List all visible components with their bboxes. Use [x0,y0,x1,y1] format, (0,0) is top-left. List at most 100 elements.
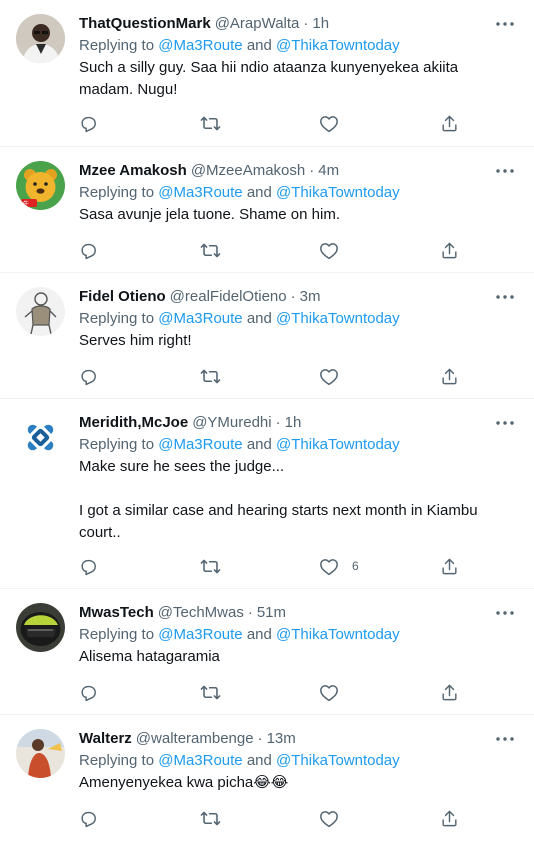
tweet-text: Amenyenyekea kwa picha😂😂 [79,772,520,794]
separator: · [257,730,263,747]
more-icon [496,611,514,615]
avatar[interactable] [16,729,65,778]
replying-to: Replying to @Ma3Route and @ThikaTowntoda… [79,624,520,646]
tweet-header: MwasTech @TechMwas · 51m [79,602,520,624]
share-button[interactable] [440,113,459,133]
user-handle[interactable]: @TechMwas [158,602,244,624]
tweet-header: ThatQuestionMark @ArapWalta · 1h [79,13,520,35]
mention-link[interactable]: @Ma3Route [158,436,242,453]
timestamp[interactable]: 1h [285,412,302,434]
mention-link[interactable]: @ThikaTowntoday [276,436,400,453]
display-name[interactable]: Mzee Amakosh [79,160,187,182]
timestamp[interactable]: 1h [312,13,329,35]
tweet-actions [0,240,534,260]
user-handle[interactable]: @realFidelOtieno [170,286,287,308]
like-button[interactable] [319,240,339,260]
user-handle[interactable]: @MzeeAmakosh [191,160,305,182]
display-name[interactable]: MwasTech [79,602,154,624]
tweet[interactable]: Walterz @walterambenge · 13m Replying to… [0,715,534,845]
timestamp[interactable]: 3m [300,286,321,308]
mention-link[interactable]: @ThikaTowntoday [276,310,400,327]
reply-button[interactable] [79,808,98,828]
more-options-button[interactable] [492,286,518,308]
tweet[interactable]: 牛 Mzee Amakosh @MzeeAmakosh · 4m Replyin… [0,147,534,273]
reply-button[interactable] [79,682,98,702]
tweet-actions [0,808,534,828]
tweet[interactable]: MwasTech @TechMwas · 51m Replying to @Ma… [0,589,534,715]
mention-link[interactable]: @Ma3Route [158,184,242,201]
share-button[interactable] [440,366,459,386]
mention-link[interactable]: @ThikaTowntoday [276,752,400,769]
like-button[interactable] [319,366,339,386]
like-button[interactable] [319,808,339,828]
tweet[interactable]: Meridith,McJoe @YMuredhi · 1h Replying t… [0,399,534,589]
retweet-icon [200,811,221,825]
reply-button[interactable] [79,366,98,386]
separator: · [303,15,309,32]
share-icon [442,242,457,258]
mention-link[interactable]: @Ma3Route [158,752,242,769]
timestamp[interactable]: 13m [267,728,296,750]
retweet-button[interactable] [200,366,221,386]
heart-icon [320,368,338,385]
avatar[interactable]: 牛 [16,161,65,210]
tweet-text: Alisema hatagaramia [79,648,220,665]
mention-link[interactable]: @ThikaTowntoday [276,37,400,54]
reply-button[interactable] [79,556,98,576]
more-options-button[interactable] [492,412,518,434]
mention-link[interactable]: @Ma3Route [158,310,242,327]
replying-to-label: Replying to [79,752,159,769]
mention-link[interactable]: @Ma3Route [158,626,242,643]
user-handle[interactable]: @ArapWalta [215,13,300,35]
avatar[interactable] [16,14,65,63]
retweet-button[interactable] [200,113,221,133]
share-button[interactable] [440,808,459,828]
user-handle[interactable]: @walterambenge [136,728,254,750]
display-name[interactable]: Fidel Otieno [79,286,166,308]
share-button[interactable] [440,240,459,260]
like-button[interactable] [319,682,339,702]
user-handle[interactable]: @YMuredhi [192,412,271,434]
display-name[interactable]: ThatQuestionMark [79,13,211,35]
mention-link[interactable]: @Ma3Route [158,37,242,54]
timestamp[interactable]: 4m [318,160,339,182]
reply-button[interactable] [79,240,98,260]
share-button[interactable] [440,682,459,702]
and-label: and [242,310,277,327]
display-name[interactable]: Meridith,McJoe [79,412,188,434]
retweet-button[interactable] [200,240,221,260]
mention-link[interactable]: @ThikaTowntoday [276,184,400,201]
retweet-button[interactable] [200,808,221,828]
heart-icon [320,242,338,259]
replying-to: Replying to @Ma3Route and @ThikaTowntoda… [79,182,520,204]
replying-to: Replying to @Ma3Route and @ThikaTowntoda… [79,308,520,330]
avatar[interactable] [16,287,65,336]
avatar[interactable] [16,603,65,652]
share-icon [442,115,457,131]
retweet-button[interactable] [200,682,221,702]
retweet-icon [200,116,221,130]
more-options-button[interactable] [492,728,518,750]
sketch-figure-avatar-icon [16,287,65,336]
separator: · [275,414,281,431]
more-options-button[interactable] [492,160,518,182]
retweet-button[interactable] [200,556,221,576]
like-button[interactable] [319,113,339,133]
tweet[interactable]: ThatQuestionMark @ArapWalta · 1h Replyin… [0,0,534,147]
replies-feed: ThatQuestionMark @ArapWalta · 1h Replyin… [0,0,534,845]
tweet[interactable]: Fidel Otieno @realFidelOtieno · 3m Reply… [0,273,534,399]
person-outdoor-avatar-icon [16,729,65,778]
like-button[interactable]: 6 [319,556,359,576]
reply-button[interactable] [79,113,98,133]
avatar[interactable] [16,413,65,462]
and-label: and [242,752,277,769]
more-options-button[interactable] [492,602,518,624]
timestamp[interactable]: 51m [257,602,286,624]
share-button[interactable] [440,556,459,576]
mention-link[interactable]: @ThikaTowntoday [276,626,400,643]
more-icon [496,737,514,741]
more-options-button[interactable] [492,13,518,35]
share-icon [442,810,457,826]
display-name[interactable]: Walterz [79,728,132,750]
separator: · [247,604,253,621]
